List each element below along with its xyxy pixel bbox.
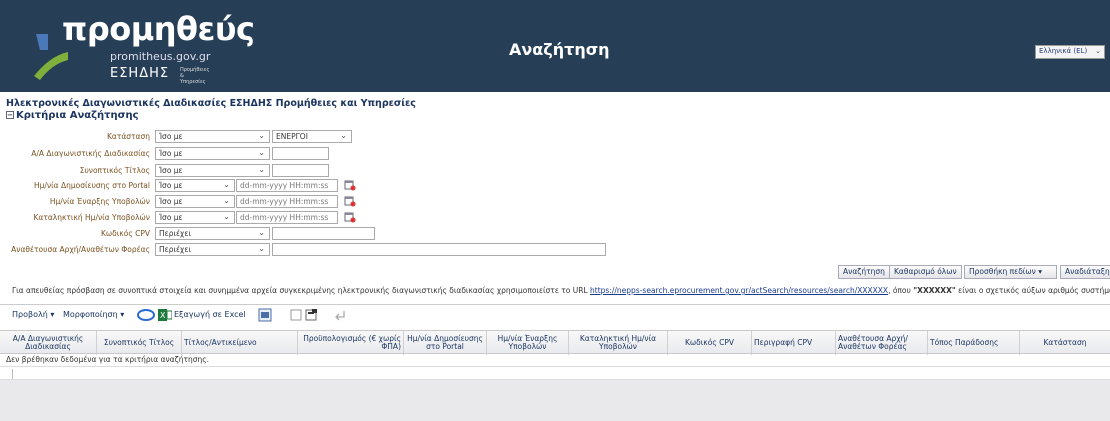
start-date-input[interactable]: dd-mm-yyyy HH:mm:ss bbox=[236, 195, 338, 208]
detach-icon[interactable] bbox=[258, 308, 272, 322]
freeze-icon[interactable] bbox=[136, 308, 156, 322]
criteria-row-short-title: Συνοπτικός Τίτλος Ίσο με ⌄ bbox=[0, 164, 620, 178]
section-subtitle: Ηλεκτρονικές Διαγωνιστικές Διαδικασίες Ε… bbox=[6, 98, 416, 109]
excel-icon[interactable]: X bbox=[158, 308, 172, 322]
calendar-icon[interactable] bbox=[344, 179, 356, 191]
export-excel-link[interactable]: Εξαγωγή σε Excel bbox=[174, 310, 246, 319]
col-cpv-desc[interactable]: Περιγραφή CPV bbox=[752, 331, 836, 355]
pub-date-input[interactable]: dd-mm-yyyy HH:mm:ss bbox=[236, 179, 338, 192]
col-cpv-code[interactable]: Κωδικός CPV bbox=[668, 331, 752, 355]
column-divider bbox=[12, 369, 13, 379]
logo-esidis-caption: Προμήθειες & Υπηρεσίες bbox=[180, 67, 210, 85]
view-menu[interactable]: Προβολή ▾ bbox=[12, 310, 54, 319]
pub-date-operator-select[interactable]: Ίσο με ⌄ bbox=[155, 179, 235, 192]
end-date-input[interactable]: dd-mm-yyyy HH:mm:ss bbox=[236, 211, 338, 224]
add-fields-button[interactable]: Προσθήκη πεδίων ▾ bbox=[964, 265, 1057, 279]
chevron-down-icon: ⌄ bbox=[1095, 47, 1101, 55]
chevron-down-icon: ⌄ bbox=[258, 244, 265, 253]
reorder-button[interactable]: Αναδιάταξη bbox=[1060, 265, 1110, 279]
status-operator-select[interactable]: Ίσο με ⌄ bbox=[155, 130, 270, 143]
col-start-date[interactable]: Ημ/νία Έναρξης Υποβολών bbox=[487, 331, 569, 355]
logo-esidis: ΕΣΗΔΗΣ bbox=[110, 66, 170, 81]
col-delivery-place[interactable]: Τόπος Παράδοσης bbox=[928, 331, 1020, 355]
chevron-down-icon: ⌄ bbox=[258, 228, 265, 237]
criteria-row-authority: Αναθέτουσα Αρχή/Αναθέτων Φορέας Περιέχει… bbox=[0, 243, 620, 257]
empty-results-message: Δεν βρέθηκαν δεδομένα για τα κριτήρια αν… bbox=[6, 355, 210, 364]
language-select[interactable]: Ελληνικά (EL) ⌄ bbox=[1035, 45, 1105, 59]
col-status[interactable]: Κατάσταση bbox=[1020, 331, 1110, 355]
page-title: Αναζήτηση bbox=[509, 40, 610, 59]
col-end-date[interactable]: Καταληκτική Ημ/νία Υποβολών bbox=[569, 331, 668, 355]
return-icon[interactable] bbox=[333, 308, 347, 322]
page-footer bbox=[0, 380, 1110, 421]
chevron-down-icon: ▾ bbox=[1038, 267, 1042, 276]
status-value-select[interactable]: ΕΝΕΡΓΟΙ ⌄ bbox=[272, 130, 352, 143]
criteria-header[interactable]: − Κριτήρια Αναζήτησης bbox=[6, 110, 139, 121]
chevron-down-icon: ⌄ bbox=[223, 212, 230, 221]
col-short-title[interactable]: Συνοπτικός Τίτλος bbox=[97, 331, 182, 355]
criteria-row-start-date: Ημ/νία Έναρξης Υποβολών Ίσο με ⌄ dd-mm-yy… bbox=[0, 195, 620, 209]
chevron-down-icon: ⌄ bbox=[223, 196, 230, 205]
logo-text: προμηθεύς bbox=[62, 10, 255, 48]
page-header: προμηθεύς promitheus.gov.gr ΕΣΗΔΗΣ Προμή… bbox=[0, 0, 1110, 92]
wrap-icon[interactable] bbox=[304, 308, 318, 322]
cpv-operator-select[interactable]: Περιέχει ⌄ bbox=[155, 227, 270, 240]
url-note: Για απευθείας πρόσβαση σε συνοπτικά στοι… bbox=[12, 286, 1110, 295]
format-menu[interactable]: Μορφοποίηση ▾ bbox=[63, 310, 124, 319]
calendar-icon[interactable] bbox=[344, 211, 356, 223]
chevron-down-icon: ⌄ bbox=[223, 180, 230, 189]
collapse-icon[interactable]: − bbox=[6, 111, 14, 119]
col-pub-date[interactable]: Ημ/νία Δημοσίευσης στο Portal bbox=[404, 331, 487, 355]
col-authority[interactable]: Αναθέτουσα Αρχή/ Αναθέτων Φορέας bbox=[836, 331, 928, 355]
authority-operator-select[interactable]: Περιέχει ⌄ bbox=[155, 243, 270, 256]
calendar-icon[interactable] bbox=[344, 195, 356, 207]
criteria-row-cpv: Κωδικός CPV Περιέχει ⌄ bbox=[0, 227, 620, 241]
short-title-input[interactable] bbox=[272, 164, 329, 177]
col-budget[interactable]: Προϋπολογισμός (€ χωρίς ΦΠΑ) bbox=[298, 331, 404, 355]
short-title-operator-select[interactable]: Ίσο με ⌄ bbox=[155, 164, 270, 177]
clear-all-button[interactable]: Καθαρισμό όλων bbox=[889, 265, 962, 279]
table-scroll-row bbox=[0, 366, 1110, 380]
criteria-row-status: Κατάσταση Ίσο με ⌄ ΕΝΕΡΓΟΙ ⌄ bbox=[0, 130, 620, 144]
search-button[interactable]: Αναζήτηση bbox=[838, 265, 890, 279]
results-table-header: Α/Α Διαγωνιστικής Διαδικασίας Συνοπτικός… bbox=[0, 330, 1110, 355]
chevron-down-icon: ⌄ bbox=[340, 131, 347, 140]
svg-text:X: X bbox=[160, 311, 166, 320]
end-date-operator-select[interactable]: Ίσο με ⌄ bbox=[155, 211, 235, 224]
search-button-bar: Αναζήτηση Καθαρισμό όλων Προσθήκη πεδίων… bbox=[0, 265, 1110, 279]
col-title[interactable]: Τίτλος/Αντικείμενο bbox=[182, 331, 298, 355]
criteria-row-end-date: Καταληκτική Ημ/νία Υποβολών Ίσο με ⌄ dd-m… bbox=[0, 211, 620, 225]
chevron-down-icon: ⌄ bbox=[258, 165, 265, 174]
col-proc-id[interactable]: Α/Α Διαγωνιστικής Διαδικασίας bbox=[0, 331, 97, 355]
proc-id-operator-select[interactable]: Ίσο με ⌄ bbox=[155, 147, 270, 160]
proc-id-input[interactable] bbox=[272, 147, 329, 160]
chevron-down-icon: ⌄ bbox=[258, 148, 265, 157]
logo-domain: promitheus.gov.gr bbox=[110, 50, 211, 63]
criteria-row-pub-date: Ημ/νία Δημοσίευσης στο Portal Ίσο με ⌄ dd… bbox=[0, 179, 620, 193]
cpv-input[interactable] bbox=[272, 227, 375, 240]
freeze-columns-icon[interactable] bbox=[289, 308, 303, 322]
results-toolbar: Προβολή ▾ Μορφοποίηση ▾ X Εξαγωγή σε Exc… bbox=[0, 304, 1110, 326]
authority-input[interactable] bbox=[272, 243, 606, 256]
start-date-operator-select[interactable]: Ίσο με ⌄ bbox=[155, 195, 235, 208]
chevron-down-icon: ⌄ bbox=[258, 131, 265, 140]
criteria-row-proc-id: Α/Α Διαγωνιστικής Διαδικασίας Ίσο με ⌄ bbox=[0, 147, 620, 161]
promitheus-logo[interactable]: προμηθεύς promitheus.gov.gr ΕΣΗΔΗΣ Προμή… bbox=[30, 10, 255, 85]
search-url-link[interactable]: https://nepps-search.eprocurement.gov.gr… bbox=[590, 286, 888, 295]
